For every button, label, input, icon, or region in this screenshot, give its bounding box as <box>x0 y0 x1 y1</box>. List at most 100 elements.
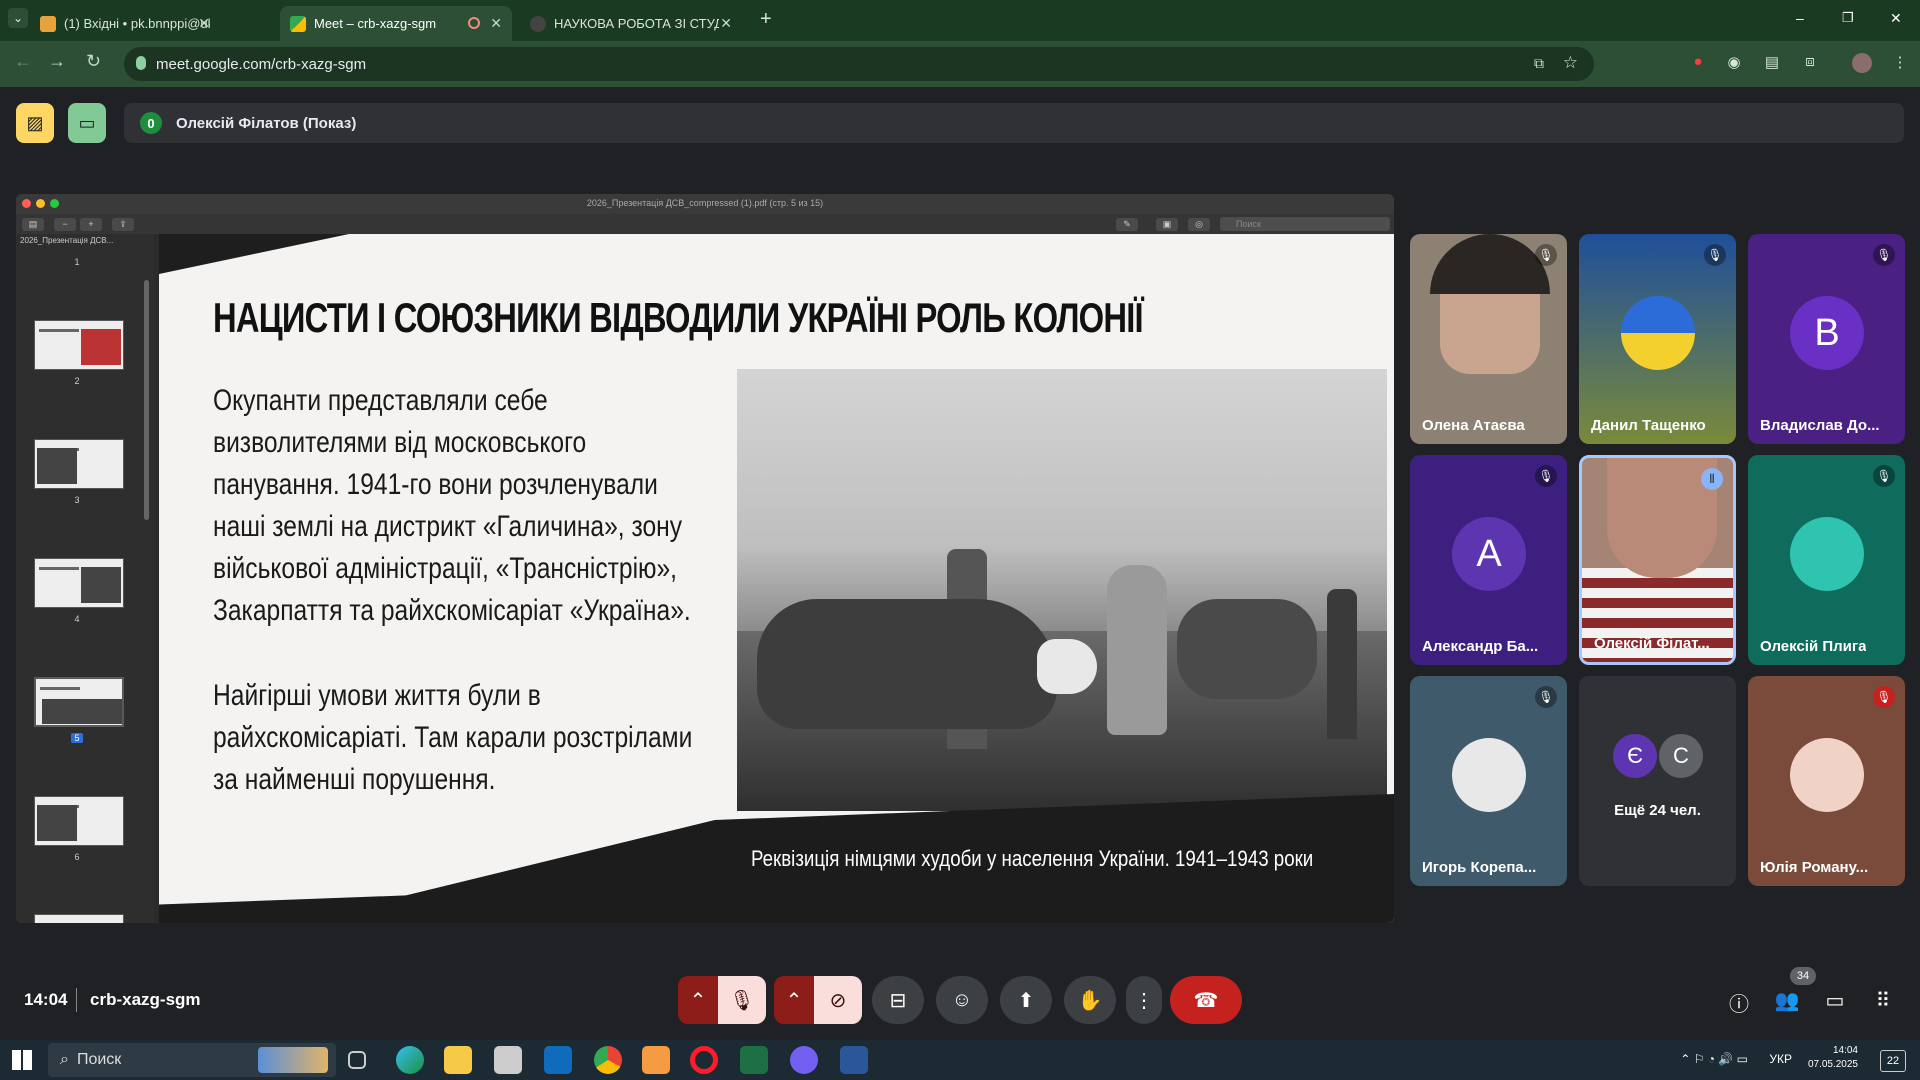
new-tab-button[interactable]: + <box>760 8 772 31</box>
markup-icon: ✎ <box>1116 218 1138 231</box>
torn-paper-decoration <box>159 234 349 274</box>
address-bar[interactable]: meet.google.com/crb-xazg-sgm ⧉ ☆ <box>124 47 1594 81</box>
leave-call-button[interactable]: ☎ <box>1170 976 1242 1024</box>
excel-icon[interactable] <box>740 1046 768 1074</box>
mic-off-icon: 🎙 <box>1535 686 1557 708</box>
task-view-icon[interactable] <box>348 1051 366 1069</box>
participant-tile[interactable]: 🎙 Олена Атаєва <box>1410 234 1567 444</box>
more-options-button[interactable]: ⋮ <box>1126 976 1162 1024</box>
minimize-button[interactable]: – <box>1796 10 1804 26</box>
more-vertical-icon: ⋮ <box>1134 989 1154 1012</box>
bookmark-star-icon[interactable]: ☆ <box>1563 53 1578 73</box>
present-now-button[interactable]: ⬆ <box>1000 976 1052 1024</box>
back-icon[interactable]: ← <box>14 51 32 72</box>
captions-button[interactable]: ⊟ <box>872 976 924 1024</box>
tab-meet[interactable]: Meet – crb-xazg-sgm ✕ <box>280 6 512 41</box>
participant-letter-avatar: В <box>1790 296 1864 370</box>
thumbnail-page-number: 2 <box>74 376 80 386</box>
reactions-button[interactable]: ☺ <box>936 976 988 1024</box>
profile-avatar[interactable] <box>1852 53 1872 73</box>
thumbnail-page-number-selected: 5 <box>16 733 138 743</box>
photo-cow <box>757 599 1057 729</box>
outlook-icon[interactable] <box>544 1046 572 1074</box>
microphone-toggle-button[interactable]: 🎙 <box>718 976 766 1024</box>
activities-icon[interactable]: ⠿ <box>1870 988 1896 1014</box>
participant-name: Игорь Корепа... <box>1422 859 1537 876</box>
raise-hand-button[interactable]: ✋ <box>1064 976 1116 1024</box>
chrome-icon[interactable] <box>594 1046 622 1074</box>
participant-tile[interactable]: 🎙 Юлія Роману... <box>1748 676 1905 886</box>
extension-icon[interactable]: ▤ <box>1762 53 1782 73</box>
tray-date[interactable]: 07.05.2025 <box>1808 1058 1858 1072</box>
thumb-image <box>81 567 121 603</box>
share-icon: ⇪ <box>112 218 134 231</box>
windows-start-icon[interactable] <box>12 1050 32 1070</box>
layout-toggle-button[interactable]: ▭ <box>68 103 106 143</box>
taskbar-search[interactable]: ⌕ Поиск <box>48 1043 336 1077</box>
page-thumbnail-selected <box>34 677 124 727</box>
page-thumbnail <box>34 439 124 489</box>
meet-icon <box>290 15 306 32</box>
audio-options-button[interactable]: ⌃ <box>678 976 718 1024</box>
tab-mail[interactable]: (1) Вхідні • pk.bnnppi@ukr.net ✕ <box>30 6 220 41</box>
tray-time[interactable]: 14:04 <box>1808 1044 1858 1058</box>
participant-tile[interactable]: А 🎙 Александр Ба... <box>1410 455 1567 665</box>
participant-tile[interactable]: В 🎙 Владислав До... <box>1748 234 1905 444</box>
thumb-image <box>42 699 122 724</box>
mic-off-icon: 🎙 <box>1873 686 1895 708</box>
participant-name: Олексій Плига <box>1760 638 1867 655</box>
participant-tile-active-speaker[interactable]: ⦀ Олексій Філат... <box>1579 455 1736 665</box>
close-tab-icon[interactable]: ✕ <box>720 15 732 32</box>
site-info-icon[interactable] <box>136 56 146 70</box>
stop-presenting-button[interactable]: ▨ <box>16 103 54 143</box>
people-count-badge: 34 <box>1790 967 1816 985</box>
extension-icon[interactable]: ● <box>1688 53 1708 73</box>
participant-name: Владислав До... <box>1760 417 1880 434</box>
media-player-icon[interactable] <box>642 1046 670 1074</box>
meeting-details-icon[interactable]: ⓘ <box>1726 988 1752 1016</box>
participant-name: Александр Ба... <box>1422 638 1539 655</box>
tab-research[interactable]: НАУКОВА РОБОТА ЗІ СТУДЕНТ ✕ <box>520 6 742 41</box>
camera-toggle-button[interactable]: ⊘ <box>814 976 862 1024</box>
tab-search-icon[interactable]: ⌄ <box>8 8 28 28</box>
thumb-image <box>81 329 121 365</box>
camera-off-icon: ⊘ <box>829 989 847 1012</box>
chat-icon[interactable]: ▭ <box>1822 988 1848 1014</box>
search-icon: ⌕ <box>60 1051 69 1068</box>
word-icon[interactable] <box>840 1046 868 1074</box>
more-participants-tile[interactable]: Є С Ещё 24 чел. <box>1579 676 1736 886</box>
notifications-badge[interactable]: 22 <box>1880 1050 1906 1072</box>
close-window-button[interactable]: ✕ <box>1890 10 1902 27</box>
tab-title: (1) Вхідні • pk.bnnppi@ukr.net <box>64 16 210 31</box>
participant-tile[interactable]: 🎙 Данил Тащенко <box>1579 234 1736 444</box>
captions-icon: ⊟ <box>889 989 907 1012</box>
slide-paragraph-1: Окупанти представляли себе визволителями… <box>213 384 691 627</box>
thumbnail-page-number: 3 <box>74 495 80 505</box>
store-icon[interactable] <box>494 1046 522 1074</box>
participant-tile[interactable]: 🎙 Игорь Корепа... <box>1410 676 1567 886</box>
slide-paragraph-2: Найгірші умови життя були в райхскомісар… <box>213 679 693 796</box>
close-dot-icon <box>22 199 31 208</box>
video-options-button[interactable]: ⌃ <box>774 976 814 1024</box>
reload-icon[interactable]: ↻ <box>86 51 101 72</box>
extensions-puzzle-icon[interactable]: ⧈ <box>1800 53 1820 73</box>
translate-icon[interactable]: ⧉ <box>1534 55 1544 72</box>
presenter-bar: 0 Олексій Філатов (Показ) <box>124 103 1904 143</box>
forward-icon[interactable]: → <box>48 51 66 72</box>
people-icon[interactable]: 👥 <box>1774 988 1800 1014</box>
opera-icon[interactable] <box>690 1046 718 1074</box>
extension-icon[interactable]: ◉ <box>1724 53 1744 73</box>
restore-button[interactable]: ❐ <box>1842 10 1854 26</box>
viber-icon[interactable] <box>790 1046 818 1074</box>
edge-icon[interactable] <box>396 1046 424 1074</box>
close-tab-icon[interactable]: ✕ <box>198 15 210 32</box>
menu-kebab-icon[interactable]: ⋮ <box>1890 53 1910 73</box>
input-language[interactable]: УКР <box>1769 1052 1792 1066</box>
close-tab-icon[interactable]: ✕ <box>490 15 502 32</box>
pdf-window-title: 2026_Презентація ДСВ_compressed (1).pdf … <box>586 198 824 208</box>
mic-off-icon: 🎙 <box>729 989 755 1012</box>
file-explorer-icon[interactable] <box>444 1046 472 1074</box>
search-highlight-image <box>258 1047 328 1073</box>
sidebar-document-name: 2026_Презентація ДСВ... <box>20 236 114 245</box>
participant-tile[interactable]: 🎙 Олексій Плига <box>1748 455 1905 665</box>
